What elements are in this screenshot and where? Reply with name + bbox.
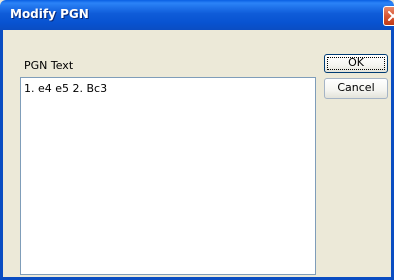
close-icon [388,11,394,21]
ok-focus-ring [327,57,385,70]
pgn-text-label: PGN Text [24,59,74,72]
close-button[interactable] [383,6,394,26]
window-title: Modify PGN [10,7,89,21]
cancel-button-label: Cancel [337,81,375,94]
pgn-text-field[interactable]: 1. e4 e5 2. Bc3 [20,77,316,275]
modify-pgn-dialog: Modify PGN PGN Text 1. e4 e5 2. Bc3 OK C… [0,0,394,280]
ok-button[interactable]: OK [324,54,388,73]
cancel-button[interactable]: Cancel [324,78,388,99]
title-bar[interactable]: Modify PGN [0,0,394,30]
window-frame-left [0,30,3,280]
